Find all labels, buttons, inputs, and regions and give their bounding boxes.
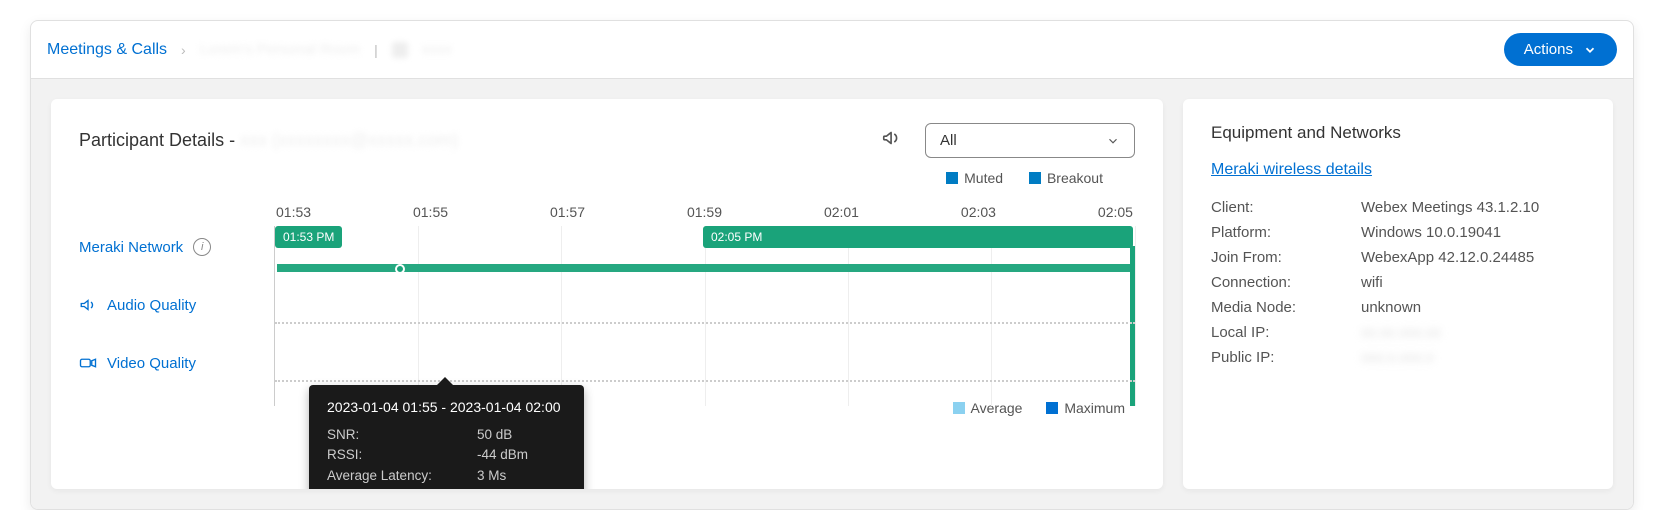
- actions-button[interactable]: Actions: [1504, 33, 1617, 66]
- kv-row: Local IP:xx.xx.xxx.xx: [1211, 324, 1585, 341]
- row-meraki-network[interactable]: Meraki Network i: [79, 232, 274, 262]
- row-label: Meraki Network: [79, 239, 183, 256]
- row-label: Audio Quality: [107, 297, 196, 314]
- device-icon: [392, 42, 408, 58]
- tooltip-key: Average Latency:: [327, 466, 477, 486]
- chevron-down-icon: [1106, 134, 1120, 148]
- equipment-kv-list: Client:Webex Meetings 43.1.2.10Platform:…: [1211, 199, 1585, 366]
- legend-swatch-muted: [946, 172, 958, 184]
- speaker-icon: [79, 296, 97, 314]
- axis-tick: 02:03: [961, 204, 996, 220]
- end-time-badge: 02:05 PM: [703, 226, 1133, 248]
- tooltip-title: 2023-01-04 01:55 - 2023-01-04 02:00: [327, 399, 566, 415]
- tooltip-key: RSSI:: [327, 445, 477, 465]
- kv-value: wifi: [1361, 274, 1383, 291]
- kv-row: Connection:wifi: [1211, 274, 1585, 291]
- breadcrumb-faded: Lorem's Personal Room: [200, 41, 360, 58]
- video-track-line[interactable]: [275, 380, 1135, 382]
- filter-select-value: All: [940, 132, 957, 149]
- actions-button-label: Actions: [1524, 41, 1573, 58]
- gridline: [561, 226, 562, 406]
- video-icon: [79, 354, 97, 372]
- tooltip-row-rssi: RSSI:-44 dBm: [327, 445, 566, 465]
- breadcrumb-faded-2: xxxx: [422, 41, 452, 58]
- session-end-marker: [1130, 246, 1135, 406]
- kv-key: Connection:: [1211, 274, 1361, 291]
- kv-key: Join From:: [1211, 249, 1361, 266]
- page-title: Participant Details - xxx (xxxxxxxx@xxxx…: [79, 130, 458, 151]
- top-bar: Meetings & Calls › Lorem's Personal Room…: [31, 21, 1633, 79]
- divider: |: [374, 42, 378, 58]
- axis-tick: 01:53: [276, 204, 311, 220]
- filter-select[interactable]: All: [925, 123, 1135, 158]
- tooltip-row-snr: SNR:50 dB: [327, 425, 566, 445]
- panel-title: Equipment and Networks: [1211, 123, 1585, 143]
- chart-tooltip: 2023-01-04 01:55 - 2023-01-04 02:00 SNR:…: [309, 385, 584, 489]
- kv-value: Windows 10.0.19041: [1361, 224, 1501, 241]
- legend-top: Muted Breakout: [79, 170, 1103, 186]
- equipment-networks-panel: Equipment and Networks Meraki wireless d…: [1183, 99, 1613, 489]
- title-prefix: Participant Details -: [79, 130, 240, 150]
- kv-key: Local IP:: [1211, 324, 1361, 341]
- content-body: Participant Details - xxx (xxxxxxxx@xxxx…: [31, 79, 1633, 509]
- page-container: Meetings & Calls › Lorem's Personal Room…: [30, 20, 1634, 510]
- info-icon[interactable]: i: [193, 238, 211, 256]
- chart-area: Meraki Network i Audio Quality Video Qua…: [79, 204, 1135, 416]
- gridline: [418, 226, 419, 406]
- chevron-down-icon: [1583, 43, 1597, 57]
- start-time-badge: 01:53 PM: [275, 226, 342, 248]
- axis-tick: 01:59: [687, 204, 722, 220]
- kv-value: Webex Meetings 43.1.2.10: [1361, 199, 1539, 216]
- megaphone-icon[interactable]: [881, 127, 903, 154]
- legend-swatch-breakout: [1029, 172, 1041, 184]
- audio-track-line[interactable]: [275, 322, 1135, 324]
- kv-row: Client:Webex Meetings 43.1.2.10: [1211, 199, 1585, 216]
- row-label: Video Quality: [107, 355, 196, 372]
- gridline: [1135, 226, 1136, 406]
- axis-tick: 01:55: [413, 204, 448, 220]
- kv-value: xxx.x.xxx.x: [1361, 349, 1434, 366]
- tooltip-key: SNR:: [327, 425, 477, 445]
- axis-tick: 01:57: [550, 204, 585, 220]
- axis-tick: 02:01: [824, 204, 859, 220]
- breadcrumb: Meetings & Calls › Lorem's Personal Room…: [47, 41, 452, 59]
- gridline: [848, 226, 849, 406]
- chevron-right-icon: ›: [181, 42, 186, 58]
- gridline: [991, 226, 992, 406]
- kv-value: WebexApp 42.12.0.24485: [1361, 249, 1534, 266]
- tooltip-value: -44 dBm: [477, 445, 528, 465]
- tooltip-value: 3 Ms: [477, 466, 506, 486]
- participant-details-panel: Participant Details - xxx (xxxxxxxx@xxxx…: [51, 99, 1163, 489]
- row-video-quality[interactable]: Video Quality: [79, 348, 274, 378]
- breadcrumb-link-meetings[interactable]: Meetings & Calls: [47, 41, 167, 59]
- meraki-details-link[interactable]: Meraki wireless details: [1211, 161, 1372, 179]
- kv-row: Public IP:xxx.x.xxx.x: [1211, 349, 1585, 366]
- row-audio-quality[interactable]: Audio Quality: [79, 290, 274, 320]
- kv-row: Platform:Windows 10.0.19041: [1211, 224, 1585, 241]
- header-controls: All: [881, 123, 1135, 158]
- kv-key: Media Node:: [1211, 299, 1361, 316]
- kv-value: unknown: [1361, 299, 1421, 316]
- kv-key: Public IP:: [1211, 349, 1361, 366]
- kv-row: Join From:WebexApp 42.12.0.24485: [1211, 249, 1585, 266]
- tooltip-row-latency: Average Latency:3 Ms: [327, 466, 566, 486]
- legend-label-muted: Muted: [964, 170, 1003, 186]
- axis-tick: 02:05: [1098, 204, 1133, 220]
- kv-row: Media Node:unknown: [1211, 299, 1585, 316]
- kv-key: Platform:: [1211, 224, 1361, 241]
- kv-key: Client:: [1211, 199, 1361, 216]
- legend-label-breakout: Breakout: [1047, 170, 1103, 186]
- plot-area: 01:53 PM 02:05 PM: [274, 226, 1135, 406]
- gridline: [705, 226, 706, 406]
- row-labels: Meraki Network i Audio Quality Video Qua…: [79, 204, 274, 416]
- x-axis: 01:53 01:55 01:57 01:59 02:01 02:03 02:0…: [274, 204, 1135, 220]
- title-participant-name: xxx (xxxxxxxx@xxxxx.com): [240, 130, 458, 150]
- kv-value: xx.xx.xxx.xx: [1361, 324, 1441, 341]
- panel-header: Participant Details - xxx (xxxxxxxx@xxxx…: [79, 123, 1135, 158]
- data-point[interactable]: [395, 264, 405, 274]
- tooltip-value: 50 dB: [477, 425, 512, 445]
- meraki-quality-bar[interactable]: [277, 264, 1134, 272]
